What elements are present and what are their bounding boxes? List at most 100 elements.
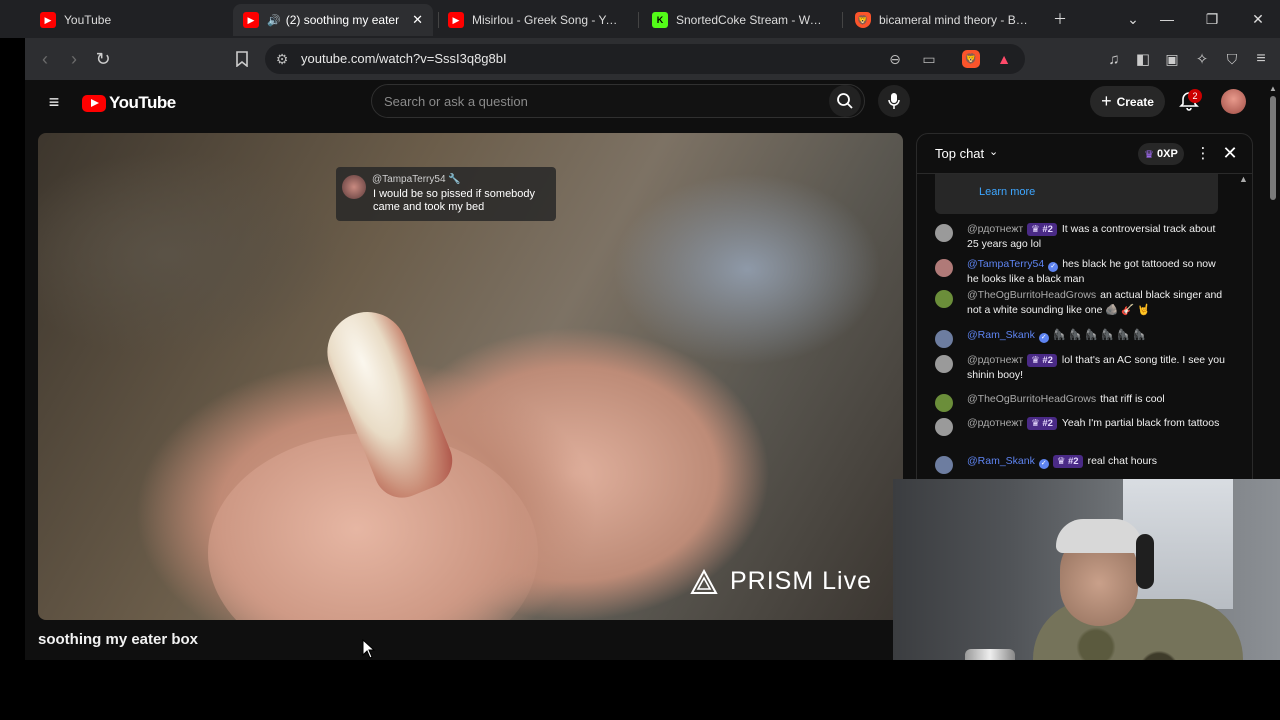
chat-username[interactable]: @Ram_Skank [967,329,1035,341]
chat-message: @TheOgBurritoHeadGrows an actual black si… [935,288,1225,318]
member-rank-badge: ♛ #2 [1027,223,1057,236]
new-tab-icon[interactable]: ＋ [1038,0,1082,38]
brave-rewards-icon[interactable]: ▲ [995,50,1013,68]
youtube-favicon-icon: ▶ [40,12,56,28]
verified-icon: ✓ [1038,333,1049,343]
chat-text: Yeah I'm partial black from tattoos [1061,417,1220,429]
tab-kick-stream[interactable]: K SnortedCoke Stream - Watch [642,4,838,36]
chat-username[interactable]: @рдотнежт [967,354,1023,366]
address-bar[interactable]: ⚙ youtube.com/watch?v=SssI3q8g8bI ⊖ ▭ 🦁 … [265,44,1025,74]
leo-ai-icon[interactable]: ✧ [1191,48,1213,70]
scroll-up-icon[interactable]: ▲ [1269,84,1277,93]
vpn-icon[interactable]: ⛉ [1221,48,1243,70]
chat-message: @Ram_Skank ✓ 🦍 🦍 🦍 🦍 🦍 🦍 [935,328,1225,348]
chat-username[interactable]: @рдотнежт [967,417,1023,429]
avatar [935,259,953,277]
youtube-favicon-icon: ▶ [448,12,464,28]
youtube-logo[interactable]: YouTube [82,93,176,113]
reload-icon[interactable]: ↻ [92,48,114,70]
forward-icon[interactable]: › [63,48,85,70]
learn-more-link[interactable]: Learn more [979,186,1035,198]
tab-youtube-home[interactable]: ▶ YouTube [30,4,226,36]
search-input[interactable]: Search or ask a question [371,84,865,118]
sidebar-icon[interactable]: ◧ [1132,48,1154,70]
close-window-icon[interactable]: ✕ [1236,0,1280,38]
live-chat-panel: Top chat ⌄ ♛ 0XP ⋮ ✕ Learn more ▲ @рдотн… [916,133,1253,480]
notification-count-badge: 2 [1188,89,1202,103]
plus-icon: + [1101,91,1112,111]
voice-search-button[interactable] [878,85,910,117]
wallet-icon[interactable]: ▣ [1161,48,1183,70]
webcam-headset [1136,534,1154,589]
menu-icon[interactable]: ≡ [1250,48,1272,70]
tab-misirlou[interactable]: ▶ Misirlou - Greek Song - YouTu [438,4,634,36]
chevron-down-icon[interactable]: ⌄ [989,145,998,158]
chat-scroll-up-icon[interactable]: ▲ [1239,174,1248,184]
mouse-cursor-icon [362,639,376,659]
chat-mode-selector[interactable]: Top chat [935,146,984,161]
avatar [935,224,953,242]
search-button[interactable] [829,85,861,117]
tab-current-video[interactable]: ▶ 🔊 (2) soothing my eater ✕ [233,4,433,36]
more-options-icon[interactable]: ⋮ [1193,143,1213,163]
verified-icon: ✓ [1038,459,1049,469]
xp-badge[interactable]: ♛ 0XP [1138,143,1184,165]
back-icon[interactable]: ‹ [34,48,56,70]
maximize-icon[interactable]: ❐ [1190,0,1234,38]
member-rank-badge: ♛ #2 [1052,455,1083,468]
account-avatar[interactable] [1221,89,1246,114]
prism-live-watermark: PRISM Live [690,567,872,596]
member-rank-badge: ♛ #2 [1027,417,1057,430]
close-tab-icon[interactable]: ✕ [406,12,423,28]
overlay-username: @TampaTerry54 🔧 [372,174,461,185]
scrollbar-thumb[interactable] [1270,96,1276,200]
overlay-message: I would be so pissed if somebody came an… [373,188,536,213]
chat-message: @TheOgBurritoHeadGrows that riff is cool [935,392,1225,412]
site-info-icon[interactable]: ⚙ [273,50,291,68]
chat-message: @TampaTerry54 ✓ hes black he got tattooed … [935,257,1225,287]
tab-brave-search[interactable]: 🦁 bicameral mind theory - Brav [845,4,1041,36]
crown-icon: ♛ [1144,148,1155,161]
tab-title: SnortedCoke Stream - Watch [676,13,828,27]
brave-shields-icon[interactable]: 🦁 [962,50,980,68]
video-title: soothing my eater box [38,631,199,648]
verified-icon: ✓ [1048,262,1059,272]
member-rank-badge: ♛ #2 [1027,354,1057,367]
close-icon[interactable]: ✕ [1219,142,1241,164]
left-edge [0,80,25,720]
guide-menu-icon[interactable]: ≡ [44,92,64,112]
url-text[interactable]: youtube.com/watch?v=SssI3q8g8bI [301,51,507,66]
rank-text: #2 [1042,418,1053,429]
avatar [935,290,953,308]
rank-text: #2 [1042,355,1053,366]
avatar [935,456,953,474]
youtube-favicon-icon: ▶ [243,12,259,28]
tab-title: bicameral mind theory - Brav [879,13,1031,27]
chat-username[interactable]: @TampaTerry54 [967,258,1044,270]
cast-icon[interactable]: ▭ [920,50,938,68]
create-button[interactable]: + Create [1090,86,1165,117]
chat-text: real chat hours [1087,455,1158,467]
minimize-icon[interactable]: — [1145,0,1189,38]
media-icon[interactable]: ♫ [1103,48,1125,70]
chat-username[interactable]: @TheOgBurritoHeadGrows [967,289,1096,301]
avatar [935,418,953,436]
chat-username[interactable]: @рдотнежт [967,223,1023,235]
brave-favicon-icon: 🦁 [855,12,871,28]
avatar [935,330,953,348]
logo-text: YouTube [109,93,176,112]
chat-username[interactable]: @TheOgBurritoHeadGrows [967,393,1096,405]
chat-message: @рдотнежт ♛ #2 lol that's an AC song title… [935,353,1225,383]
chat-info-banner: Learn more [935,174,1218,214]
rank-text: #2 [1068,456,1079,467]
chat-header: Top chat ⌄ ♛ 0XP ⋮ ✕ [917,134,1252,174]
speaker-icon[interactable]: 🔊 [267,14,281,27]
tab-title: (2) soothing my eater [285,13,400,27]
tab-divider [842,12,843,28]
zoom-icon[interactable]: ⊖ [886,50,904,68]
chat-username[interactable]: @Ram_Skank [967,455,1035,467]
create-label: Create [1116,94,1154,109]
rank-text: #2 [1042,224,1053,235]
youtube-play-icon [82,94,106,112]
bookmark-icon[interactable] [231,48,253,70]
